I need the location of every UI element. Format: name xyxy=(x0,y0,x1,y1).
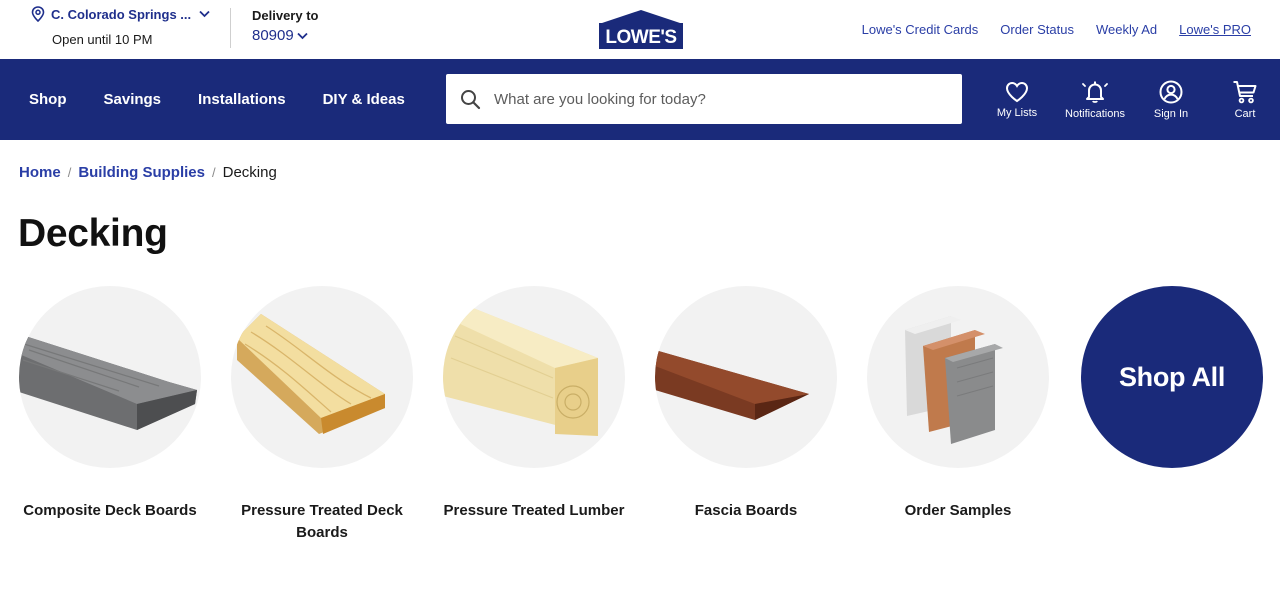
category-image-sample-boards[interactable] xyxy=(867,286,1049,468)
chevron-down-icon[interactable] xyxy=(297,32,308,40)
breadcrumb-separator: / xyxy=(211,165,216,180)
category-image-composite-board[interactable] xyxy=(19,286,201,468)
shop-all-button[interactable]: Shop All xyxy=(1081,286,1263,468)
breadcrumb-current: Decking xyxy=(222,164,277,181)
nav-item-installations[interactable]: Installations xyxy=(198,91,286,108)
search-bar[interactable] xyxy=(446,74,962,124)
my-lists-button[interactable]: My Lists xyxy=(985,81,1049,119)
location-pin-icon xyxy=(31,6,45,22)
category-tile-composite-deck-boards[interactable]: Composite Deck Boards xyxy=(4,286,216,522)
store-hours: Open until 10 PM xyxy=(52,32,153,47)
search-icon[interactable] xyxy=(460,89,481,110)
category-tile-pressure-treated-deck-boards[interactable]: Pressure Treated Deck Boards xyxy=(216,286,428,544)
delivery-label: Delivery to xyxy=(252,8,319,23)
category-tile-order-samples[interactable]: Order Samples xyxy=(852,286,1064,522)
notifications-label: Notifications xyxy=(1065,107,1125,120)
header-divider xyxy=(230,8,231,48)
logo-text: LOWE'S xyxy=(605,27,676,48)
breadcrumb: Home / Building Supplies / Decking xyxy=(19,164,277,181)
category-image-treated-lumber[interactable] xyxy=(443,286,625,468)
lowes-logo[interactable]: LOWE'S xyxy=(599,10,683,49)
weekly-ad-link[interactable]: Weekly Ad xyxy=(1096,22,1157,37)
search-input[interactable] xyxy=(494,90,934,108)
breadcrumb-separator: / xyxy=(67,165,72,180)
user-icon xyxy=(1159,80,1183,104)
category-label[interactable]: Fascia Boards xyxy=(640,500,852,522)
sign-in-label: Sign In xyxy=(1153,107,1189,120)
category-image-fascia-board[interactable] xyxy=(655,286,837,468)
lowes-pro-link[interactable]: Lowe's PRO xyxy=(1179,22,1251,37)
delivery-zip[interactable]: 80909 xyxy=(252,27,294,44)
credit-cards-link[interactable]: Lowe's Credit Cards xyxy=(862,22,979,37)
cart-icon xyxy=(1232,80,1258,104)
nav-item-savings[interactable]: Savings xyxy=(104,91,162,108)
category-label[interactable]: Order Samples xyxy=(852,500,1064,522)
breadcrumb-home[interactable]: Home xyxy=(19,164,61,181)
category-label[interactable]: Pressure Treated Lumber xyxy=(428,500,640,522)
shop-all-label: Shop All xyxy=(1118,361,1226,392)
nav-item-shop[interactable]: Shop xyxy=(29,91,67,108)
nav-menu: Shop Savings Installations DIY & Ideas xyxy=(29,59,442,140)
category-tile-fascia-boards[interactable]: Fascia Boards xyxy=(640,286,852,522)
my-lists-label: My Lists xyxy=(996,106,1038,119)
store-name[interactable]: C. Colorado Springs ... xyxy=(51,7,191,22)
sign-in-button[interactable]: Sign In xyxy=(1139,80,1203,120)
store-selector[interactable]: C. Colorado Springs ... Open until 10 PM xyxy=(31,5,221,47)
cart-label: Cart xyxy=(1234,107,1256,120)
nav-item-diy-ideas[interactable]: DIY & Ideas xyxy=(323,91,405,108)
order-status-link[interactable]: Order Status xyxy=(1000,22,1074,37)
bell-icon xyxy=(1082,80,1108,104)
breadcrumb-building-supplies[interactable]: Building Supplies xyxy=(78,164,205,181)
account-icons: My Lists Notifications Sign In Cart xyxy=(985,59,1280,140)
category-tile-pressure-treated-lumber[interactable]: Pressure Treated Lumber xyxy=(428,286,640,522)
top-utility-bar: C. Colorado Springs ... Open until 10 PM… xyxy=(0,0,1280,59)
category-image-treated-deck-board[interactable] xyxy=(231,286,413,468)
main-nav-bar: Shop Savings Installations DIY & Ideas M… xyxy=(0,59,1280,140)
heart-icon xyxy=(1005,81,1029,103)
delivery-selector[interactable]: Delivery to 80909 xyxy=(252,8,318,44)
cart-button[interactable]: Cart xyxy=(1213,80,1277,120)
top-links: Lowe's Credit Cards Order Status Weekly … xyxy=(862,22,1251,37)
category-label[interactable]: Pressure Treated Deck Boards xyxy=(216,500,428,544)
chevron-down-icon[interactable] xyxy=(199,10,210,18)
page-title: Decking xyxy=(18,212,168,255)
category-label[interactable]: Composite Deck Boards xyxy=(4,500,216,522)
notifications-button[interactable]: Notifications xyxy=(1059,80,1131,120)
